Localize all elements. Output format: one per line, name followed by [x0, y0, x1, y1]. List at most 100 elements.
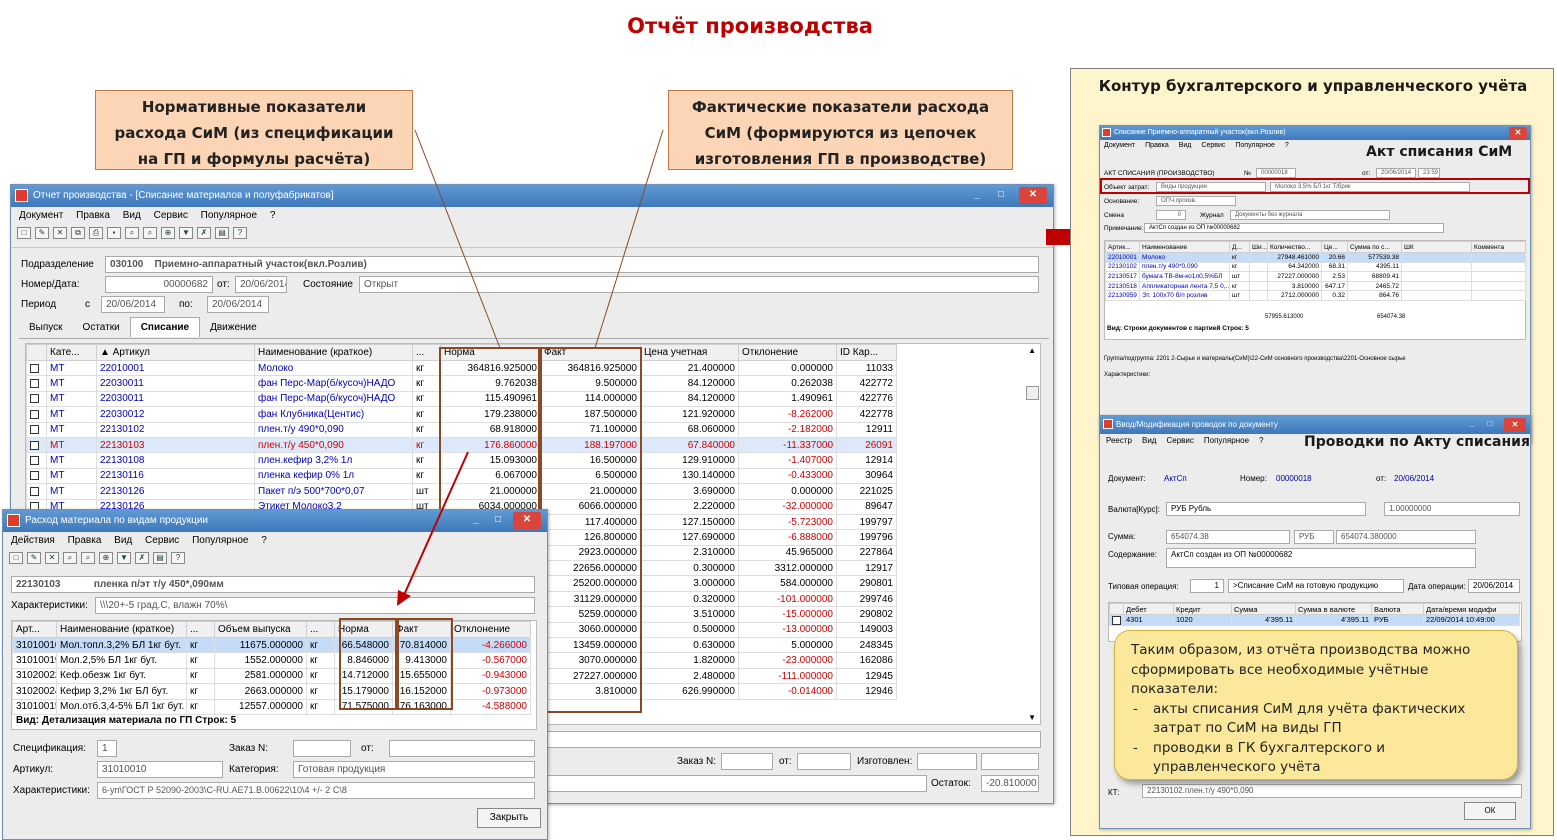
act-table-row[interactable]: 22130959 Эт. 100х70 б/п розлив шт 2712.0000… [1105, 290, 1526, 301]
post-cell: 22/09/2014 10:49:00 [1423, 614, 1520, 626]
act-table-row[interactable]: 22010001 Молоко кг 27948.461000 20.66 577539.… [1105, 252, 1526, 263]
act-table-row[interactable]: 22130518 Аппликаторная лента 7,5 0,... кг 3… [1105, 280, 1526, 292]
act-group-value: 2201 2-Сырье и материалы(СиМ)\22-СиМ осн… [1156, 356, 1406, 362]
post-cell: 4301 [1123, 614, 1174, 626]
post-date-value: 20/06/2014 [1394, 474, 1435, 483]
post-op-select[interactable]: >Списание СиМ на готовую продукцию [1228, 579, 1404, 593]
post-row-check[interactable] [1109, 614, 1124, 626]
ok-button[interactable]: ОК [1464, 802, 1516, 820]
act-menu-edit[interactable]: Правка [1145, 142, 1169, 149]
act-time-field[interactable]: 23:59 [1418, 168, 1440, 178]
act-from-label: от: [1362, 170, 1371, 177]
act-menu-view[interactable]: Вид [1179, 142, 1192, 149]
note-item-2: - проводки в ГК бухгалтерского и управлен… [1131, 739, 1501, 778]
panel-title: Контур бухгалтерского и управленческого … [1098, 77, 1528, 95]
act-table-cell: 22010001 [1105, 252, 1140, 263]
post-sum-cur-field[interactable]: РУБ [1294, 530, 1334, 544]
act-basis-label: Основание: [1104, 198, 1140, 205]
act-smena-label: Смена [1104, 212, 1124, 219]
act-col-qty[interactable]: Количество... [1267, 241, 1322, 253]
act-header: АКТ СПИСАНИЯ (ПРОИЗВОДСТВО) [1104, 170, 1215, 177]
post-num-label: Номер: [1240, 474, 1267, 483]
act-col-d[interactable]: Д... [1229, 241, 1250, 253]
act-table-cell: шт [1229, 290, 1250, 301]
post-doc-value: АктСп [1164, 474, 1187, 483]
post-rate-field[interactable]: 1.00000000 [1384, 502, 1520, 516]
post-menu-service[interactable]: Сервис [1166, 436, 1193, 445]
post-col-modified[interactable]: Дата/время модифи [1423, 603, 1520, 615]
post-op-label: Типовая операция: [1108, 582, 1179, 591]
post-content-field[interactable]: АктСп создан из ОП №00000682 [1166, 548, 1476, 568]
act-grid-area: Артик... Наименование Д... Ши... Количес… [1104, 240, 1526, 340]
act-table-header: Артик... Наименование Д... Ши... Количес… [1105, 241, 1526, 253]
post-col-sum-cur[interactable]: Сумма в валюте [1295, 603, 1372, 615]
act-table-cell: бумага ТВ-8м-ко1л0,5%БЛ [1139, 271, 1230, 282]
act-num-label: № [1244, 170, 1251, 177]
act-table-cell: Эт. 100х70 б/п розлив [1139, 290, 1230, 301]
act-table-cell: 2465.72 [1347, 280, 1402, 292]
post-col-credit[interactable]: Кредит [1173, 603, 1232, 615]
post-col-sum[interactable]: Сумма [1231, 603, 1296, 615]
act-table-row[interactable]: 22130102 плен.т/у 490*0,090 кг 64.342000 68.… [1105, 261, 1526, 273]
post-menu-view[interactable]: Вид [1142, 436, 1156, 445]
act-char-label: Характеристики: [1104, 372, 1151, 378]
act-basis-field[interactable]: ОПЧ.произв. [1156, 196, 1236, 206]
act-title-bar: Списание Приемно-аппаратный участок(вкл.… [1100, 126, 1530, 140]
act-col-name[interactable]: Наименование [1139, 241, 1230, 253]
post-menu-registry[interactable]: Реестр [1106, 436, 1132, 445]
post-sum-field[interactable]: 654074.38 [1166, 530, 1290, 544]
act-smena-field[interactable]: 0 [1156, 210, 1186, 220]
note-item-1: - акты списания СиМ для учёта фактических… [1131, 700, 1501, 739]
post-col-check [1109, 603, 1124, 615]
act-table-cell [1471, 271, 1526, 282]
act-table-cell [1471, 280, 1526, 292]
act-col-price[interactable]: Це... [1321, 241, 1348, 253]
act-menu-help[interactable]: ? [1285, 142, 1289, 149]
act-col-sh[interactable]: Ши... [1249, 241, 1268, 253]
act-table-cell [1249, 290, 1268, 301]
callout-fact-pointer [594, 129, 664, 349]
act-table-cell: кг [1229, 261, 1250, 273]
post-row[interactable]: 4301 1020 4'395.11 4'395.11 РУБ 22/09/20… [1109, 614, 1520, 626]
post-cell: РУБ [1371, 614, 1424, 626]
post-col-currency[interactable]: Валюта [1371, 603, 1424, 615]
act-date-field[interactable]: 20/06/2014 [1376, 168, 1416, 178]
act-col-article[interactable]: Артик... [1105, 241, 1140, 253]
post-close-icon[interactable]: ✕ [1504, 418, 1526, 432]
act-col-barcode[interactable]: ШК [1401, 241, 1472, 253]
act-table-row[interactable]: 22130517 бумага ТВ-8м-ко1л0,5%БЛ шт 27227.0… [1105, 271, 1526, 282]
post-opdate-field[interactable]: 20/06/2014 [1468, 579, 1520, 593]
act-group-label: Группа/подгруппа: [1104, 356, 1155, 362]
act-table-cell: 22130517 [1105, 271, 1140, 282]
postings-label: Проводки по Акту списания [1304, 434, 1530, 450]
act-app-icon [1102, 128, 1111, 137]
act-menu-service[interactable]: Сервис [1201, 142, 1225, 149]
act-table-cell [1471, 252, 1526, 263]
post-opdate-label: Дата операции: [1408, 582, 1466, 591]
post-menu-popular[interactable]: Популярное [1204, 436, 1249, 445]
act-col-comment[interactable]: Коммента [1471, 241, 1526, 253]
act-note-field[interactable]: АктСп создан из ОП №00000682 [1144, 223, 1444, 233]
post-col-debit[interactable]: Дебет [1123, 603, 1174, 615]
act-table-cell [1471, 261, 1526, 273]
note-bullet: - [1133, 739, 1138, 756]
post-menu-help[interactable]: ? [1259, 436, 1263, 445]
act-menu-popular[interactable]: Популярное [1235, 142, 1274, 149]
act-journal-field[interactable]: Документы без журнала [1230, 210, 1390, 220]
post-title-bar: Ввод/Модификация проводок по документу _… [1100, 416, 1530, 434]
act-menu-document[interactable]: Документ [1104, 142, 1135, 149]
act-table: Артик... Наименование Д... Ши... Количес… [1105, 241, 1526, 301]
act-table-cell: 22130518 [1105, 280, 1140, 292]
post-kt-field[interactable]: 22130102.плен.т/у 490*0,090 [1142, 784, 1522, 798]
post-cell: 1020 [1173, 614, 1232, 626]
post-op-num-field[interactable]: 1 [1190, 579, 1224, 593]
post-cur-select[interactable]: РУБ Рубль [1166, 502, 1366, 516]
post-sum-label: Сумма: [1108, 532, 1136, 541]
act-table-cell [1401, 271, 1472, 282]
post-num-value: 00000018 [1276, 474, 1312, 483]
act-table-cell: 27227.000000 [1267, 271, 1322, 282]
act-num-field[interactable]: 00000018 [1256, 168, 1296, 178]
post-sum2-field[interactable]: 654074.380000 [1336, 530, 1476, 544]
act-col-sum[interactable]: Сумма по с... [1347, 241, 1402, 253]
act-close-icon[interactable]: ✕ [1509, 127, 1527, 139]
